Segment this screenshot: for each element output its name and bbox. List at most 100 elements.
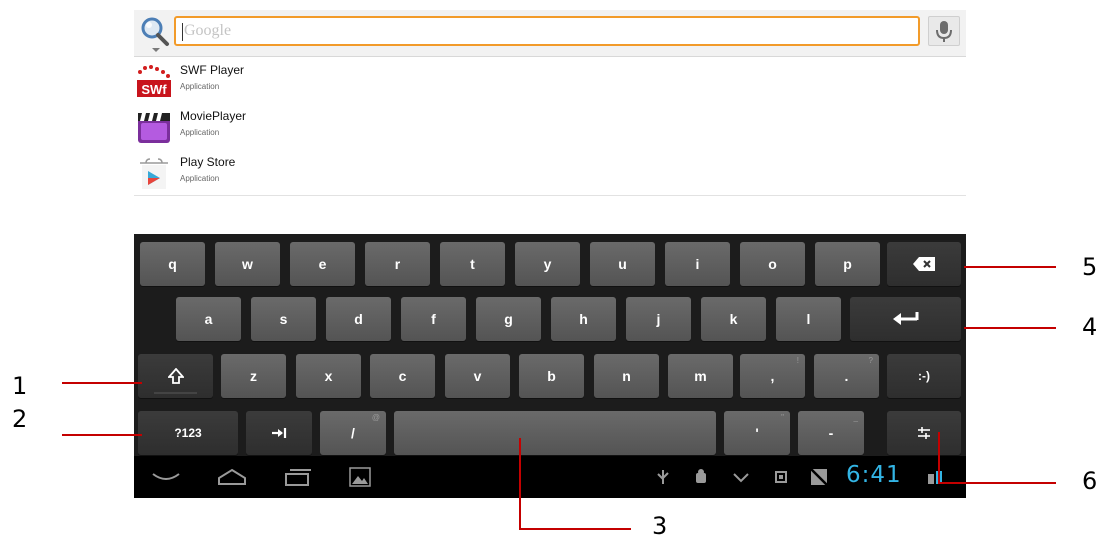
key-label: / bbox=[351, 425, 355, 441]
usb-icon bbox=[654, 468, 672, 486]
callout-line-3-vertical bbox=[519, 438, 521, 530]
enter-icon bbox=[892, 312, 918, 325]
key-v[interactable]: v bbox=[445, 354, 510, 398]
callout-label-1: 1 bbox=[12, 372, 28, 400]
callout-line-5 bbox=[964, 266, 1056, 268]
key-dash[interactable]: - _ bbox=[798, 411, 864, 455]
key-hint: ! bbox=[796, 356, 799, 365]
recent-apps-icon[interactable] bbox=[278, 464, 318, 490]
key-a[interactable]: a bbox=[176, 297, 241, 341]
svg-text:SWf: SWf bbox=[141, 82, 167, 97]
result-app-type: Application bbox=[180, 174, 220, 183]
key-z[interactable]: z bbox=[221, 354, 286, 398]
search-field[interactable] bbox=[174, 16, 920, 46]
cpu-icon bbox=[772, 468, 790, 486]
key-label: - bbox=[828, 425, 834, 441]
key-y[interactable]: y bbox=[515, 242, 580, 286]
key-s[interactable]: s bbox=[251, 297, 316, 341]
key-t[interactable]: t bbox=[440, 242, 505, 286]
key-label: . bbox=[844, 368, 849, 384]
callout-label-4: 4 bbox=[1082, 313, 1098, 341]
key-g[interactable]: g bbox=[476, 297, 541, 341]
key-o[interactable]: o bbox=[740, 242, 805, 286]
key-comma[interactable]: , ! bbox=[740, 354, 805, 398]
key-hint: ? bbox=[868, 356, 873, 365]
screenshot-icon[interactable] bbox=[340, 464, 380, 490]
callout-line-6 bbox=[938, 482, 1056, 484]
space-key[interactable] bbox=[394, 411, 716, 455]
callout-label-5: 5 bbox=[1082, 253, 1098, 281]
voice-search-button[interactable] bbox=[928, 16, 960, 46]
chevron-down-icon bbox=[732, 468, 750, 486]
back-icon[interactable] bbox=[146, 464, 186, 490]
search-input[interactable] bbox=[176, 18, 918, 44]
key-n[interactable]: n bbox=[594, 354, 659, 398]
key-j[interactable]: j bbox=[626, 297, 691, 341]
android-debug-icon bbox=[692, 468, 710, 486]
enter-key[interactable] bbox=[850, 297, 961, 341]
text-cursor bbox=[182, 23, 183, 41]
key-hint: @ bbox=[371, 413, 380, 422]
callout-label-6: 6 bbox=[1082, 467, 1098, 495]
key-h[interactable]: h bbox=[551, 297, 616, 341]
shift-icon bbox=[167, 368, 184, 384]
result-app-name: SWF Player bbox=[180, 63, 245, 77]
system-navigation-bar: 6:41 bbox=[134, 456, 966, 498]
result-app-type: Application bbox=[180, 82, 220, 91]
shift-indicator bbox=[154, 392, 197, 394]
key-i[interactable]: i bbox=[665, 242, 730, 286]
search-results-list: SWf SWF Player Application MoviePlayer A… bbox=[134, 57, 966, 196]
symbols-key[interactable]: ?123 bbox=[138, 411, 238, 455]
result-app-name: Play Store bbox=[180, 155, 236, 169]
callout-line-2 bbox=[62, 434, 142, 436]
key-r[interactable]: r bbox=[365, 242, 430, 286]
key-p[interactable]: p bbox=[815, 242, 880, 286]
tab-icon bbox=[272, 428, 287, 438]
result-app-type: Application bbox=[180, 128, 220, 137]
key-apostrophe[interactable]: ' " bbox=[724, 411, 790, 455]
callout-line-1 bbox=[62, 382, 142, 384]
keyboard-settings-icon bbox=[918, 427, 930, 439]
callout-label-2: 2 bbox=[12, 405, 28, 433]
key-hint: _ bbox=[853, 413, 858, 422]
key-c[interactable]: c bbox=[370, 354, 435, 398]
key-w[interactable]: w bbox=[215, 242, 280, 286]
key-label: , bbox=[770, 368, 775, 384]
key-l[interactable]: l bbox=[776, 297, 841, 341]
keyboard-settings-key[interactable] bbox=[887, 411, 961, 455]
key-u[interactable]: u bbox=[590, 242, 655, 286]
result-item-swf-player[interactable]: SWf SWF Player Application bbox=[134, 57, 966, 104]
callout-line-6-vertical bbox=[938, 432, 940, 484]
microphone-icon bbox=[936, 21, 952, 42]
on-screen-keyboard: q w e r t y u i o p a s d f g h j k l z … bbox=[134, 234, 966, 498]
movie-player-icon bbox=[136, 109, 172, 145]
shift-key[interactable] bbox=[138, 354, 213, 398]
backspace-key[interactable] bbox=[887, 242, 961, 286]
key-f[interactable]: f bbox=[401, 297, 466, 341]
smiley-key[interactable]: :-) bbox=[887, 354, 961, 398]
key-d[interactable]: d bbox=[326, 297, 391, 341]
key-m[interactable]: m bbox=[668, 354, 733, 398]
key-k[interactable]: k bbox=[701, 297, 766, 341]
key-period[interactable]: . ? bbox=[814, 354, 879, 398]
result-item-play-store[interactable]: Play Store Application bbox=[134, 149, 966, 196]
backspace-icon bbox=[913, 257, 935, 271]
key-slash[interactable]: / @ bbox=[320, 411, 386, 455]
home-icon[interactable] bbox=[212, 464, 252, 490]
result-item-movieplayer[interactable]: MoviePlayer Application bbox=[134, 103, 966, 150]
no-signal-icon bbox=[810, 468, 828, 486]
callout-label-3: 3 bbox=[652, 512, 668, 540]
search-icon[interactable] bbox=[138, 14, 172, 54]
key-b[interactable]: b bbox=[519, 354, 584, 398]
key-hint: " bbox=[781, 413, 784, 422]
callout-line-4 bbox=[964, 327, 1056, 329]
tab-key[interactable] bbox=[246, 411, 312, 455]
play-store-icon bbox=[136, 155, 172, 191]
key-x[interactable]: x bbox=[296, 354, 361, 398]
swf-player-icon: SWf bbox=[136, 63, 172, 99]
search-bar bbox=[134, 10, 966, 57]
status-clock: 6:41 bbox=[846, 462, 902, 488]
key-q[interactable]: q bbox=[140, 242, 205, 286]
result-app-name: MoviePlayer bbox=[180, 109, 247, 123]
key-e[interactable]: e bbox=[290, 242, 355, 286]
